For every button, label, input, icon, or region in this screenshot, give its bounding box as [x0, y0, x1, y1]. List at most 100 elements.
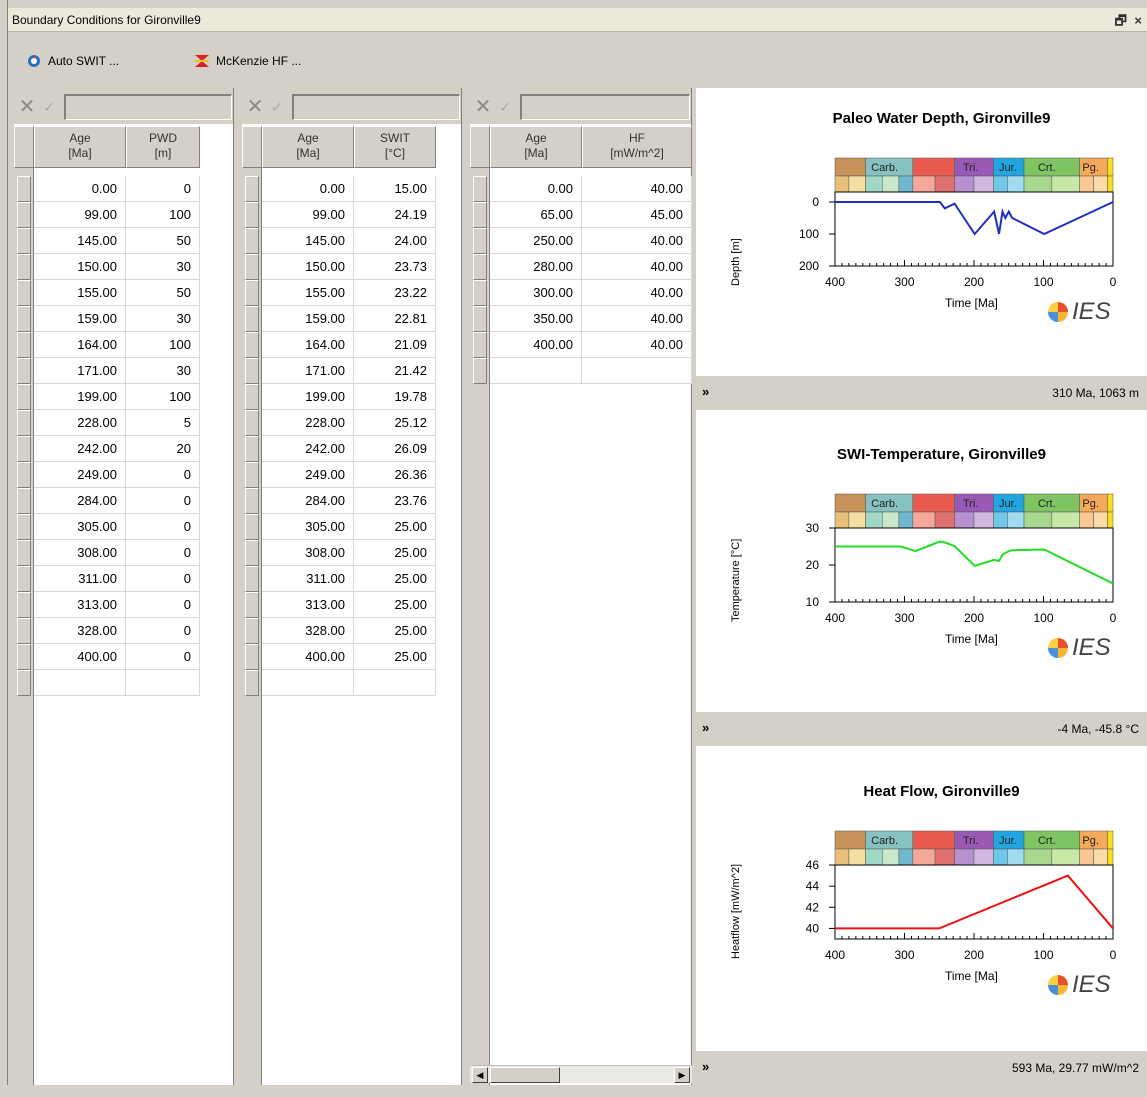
table-cell[interactable]: 40.00: [582, 306, 692, 332]
auto-swit-button[interactable]: Auto SWIT ...: [26, 50, 119, 72]
table-cell[interactable]: 155.00: [262, 280, 354, 306]
table-cell[interactable]: 100: [126, 384, 200, 410]
table-cell[interactable]: [126, 670, 200, 696]
row-header[interactable]: [245, 176, 259, 202]
row-header[interactable]: [245, 306, 259, 332]
row-header[interactable]: [17, 592, 31, 618]
table-cell[interactable]: [262, 670, 354, 696]
row-header[interactable]: [17, 462, 31, 488]
table-cell[interactable]: 30: [126, 254, 200, 280]
table-cell[interactable]: 284.00: [34, 488, 126, 514]
table-cell[interactable]: 300.00: [490, 280, 582, 306]
row-header[interactable]: [245, 202, 259, 228]
table-cell[interactable]: 0: [126, 566, 200, 592]
row-header[interactable]: [245, 228, 259, 254]
table-cell[interactable]: 0: [126, 592, 200, 618]
column-header[interactable]: Age [Ma]: [262, 126, 354, 168]
table-cell[interactable]: 45.00: [582, 202, 692, 228]
row-header[interactable]: [245, 280, 259, 306]
table-cell[interactable]: 26.09: [354, 436, 436, 462]
row-header[interactable]: [245, 670, 259, 696]
cell-edit-input[interactable]: [292, 94, 460, 120]
table-cell[interactable]: 311.00: [262, 566, 354, 592]
table-cell[interactable]: [490, 358, 582, 384]
table-cell[interactable]: 19.78: [354, 384, 436, 410]
table-cell[interactable]: 0.00: [490, 176, 582, 202]
table-cell[interactable]: 145.00: [34, 228, 126, 254]
row-header[interactable]: [17, 540, 31, 566]
close-icon[interactable]: ×: [1134, 13, 1142, 28]
table-cell[interactable]: 242.00: [262, 436, 354, 462]
row-header[interactable]: [17, 670, 31, 696]
table-cell[interactable]: 150.00: [262, 254, 354, 280]
table-cell[interactable]: 25.00: [354, 618, 436, 644]
table-cell[interactable]: 150.00: [34, 254, 126, 280]
row-header[interactable]: [245, 384, 259, 410]
table-cell[interactable]: 0: [126, 462, 200, 488]
table-cell[interactable]: 15.00: [354, 176, 436, 202]
table-cell[interactable]: 400.00: [490, 332, 582, 358]
row-header[interactable]: [17, 566, 31, 592]
table-cell[interactable]: 0: [126, 644, 200, 670]
row-header[interactable]: [17, 436, 31, 462]
scroll-right-icon[interactable]: ▶: [674, 1067, 690, 1083]
table-cell[interactable]: 305.00: [262, 514, 354, 540]
table-cell[interactable]: 40.00: [582, 228, 692, 254]
table-cell[interactable]: 308.00: [34, 540, 126, 566]
row-header[interactable]: [473, 176, 487, 202]
table-cell[interactable]: 30: [126, 306, 200, 332]
table-cell[interactable]: 25.12: [354, 410, 436, 436]
table-cell[interactable]: 171.00: [34, 358, 126, 384]
row-header[interactable]: [17, 488, 31, 514]
table-cell[interactable]: 40.00: [582, 176, 692, 202]
row-header[interactable]: [245, 566, 259, 592]
chart-status-bar[interactable]: » 310 Ma, 1063 m: [696, 376, 1147, 410]
chart-status-bar[interactable]: » 593 Ma, 29.77 mW/m^2: [696, 1051, 1147, 1085]
row-header[interactable]: [17, 410, 31, 436]
table-cell[interactable]: 0: [126, 618, 200, 644]
table-cell[interactable]: 22.81: [354, 306, 436, 332]
row-header[interactable]: [245, 618, 259, 644]
row-header[interactable]: [245, 514, 259, 540]
mckenzie-hf-button[interactable]: McKenzie HF ...: [194, 50, 301, 72]
table-cell[interactable]: 145.00: [262, 228, 354, 254]
table-cell[interactable]: 25.00: [354, 566, 436, 592]
restore-icon[interactable]: 🗗: [1115, 13, 1127, 28]
table-cell[interactable]: [582, 358, 692, 384]
table-cell[interactable]: 25.00: [354, 644, 436, 670]
column-header[interactable]: Age [Ma]: [490, 126, 582, 168]
row-header[interactable]: [473, 254, 487, 280]
row-header[interactable]: [17, 306, 31, 332]
table-cell[interactable]: 5: [126, 410, 200, 436]
row-header[interactable]: [245, 488, 259, 514]
row-header[interactable]: [17, 176, 31, 202]
row-header[interactable]: [17, 358, 31, 384]
table-cell[interactable]: 311.00: [34, 566, 126, 592]
table-cell[interactable]: 284.00: [262, 488, 354, 514]
table-cell[interactable]: 328.00: [262, 618, 354, 644]
expand-chevron-icon[interactable]: »: [702, 384, 709, 399]
table-cell[interactable]: 228.00: [34, 410, 126, 436]
table-cell[interactable]: [354, 670, 436, 696]
table-cell[interactable]: 308.00: [262, 540, 354, 566]
row-header[interactable]: [245, 540, 259, 566]
table-cell[interactable]: 0.00: [262, 176, 354, 202]
confirm-edit-icon[interactable]: ✓: [38, 94, 60, 120]
table-cell[interactable]: 99.00: [262, 202, 354, 228]
table-cell[interactable]: 100: [126, 332, 200, 358]
chart-status-bar[interactable]: » -4 Ma, -45.8 °C: [696, 712, 1147, 746]
expand-chevron-icon[interactable]: »: [702, 1059, 709, 1074]
table-cell[interactable]: 25.00: [354, 540, 436, 566]
row-header[interactable]: [473, 306, 487, 332]
row-header[interactable]: [473, 332, 487, 358]
table-cell[interactable]: 0: [126, 514, 200, 540]
table-cell[interactable]: 40.00: [582, 254, 692, 280]
row-header[interactable]: [245, 254, 259, 280]
table-cell[interactable]: 24.19: [354, 202, 436, 228]
table-cell[interactable]: 24.00: [354, 228, 436, 254]
horizontal-scrollbar[interactable]: ◀ ▶: [470, 1065, 692, 1083]
row-header[interactable]: [245, 436, 259, 462]
cell-edit-input[interactable]: [64, 94, 232, 120]
table-cell[interactable]: 249.00: [262, 462, 354, 488]
row-header[interactable]: [473, 228, 487, 254]
